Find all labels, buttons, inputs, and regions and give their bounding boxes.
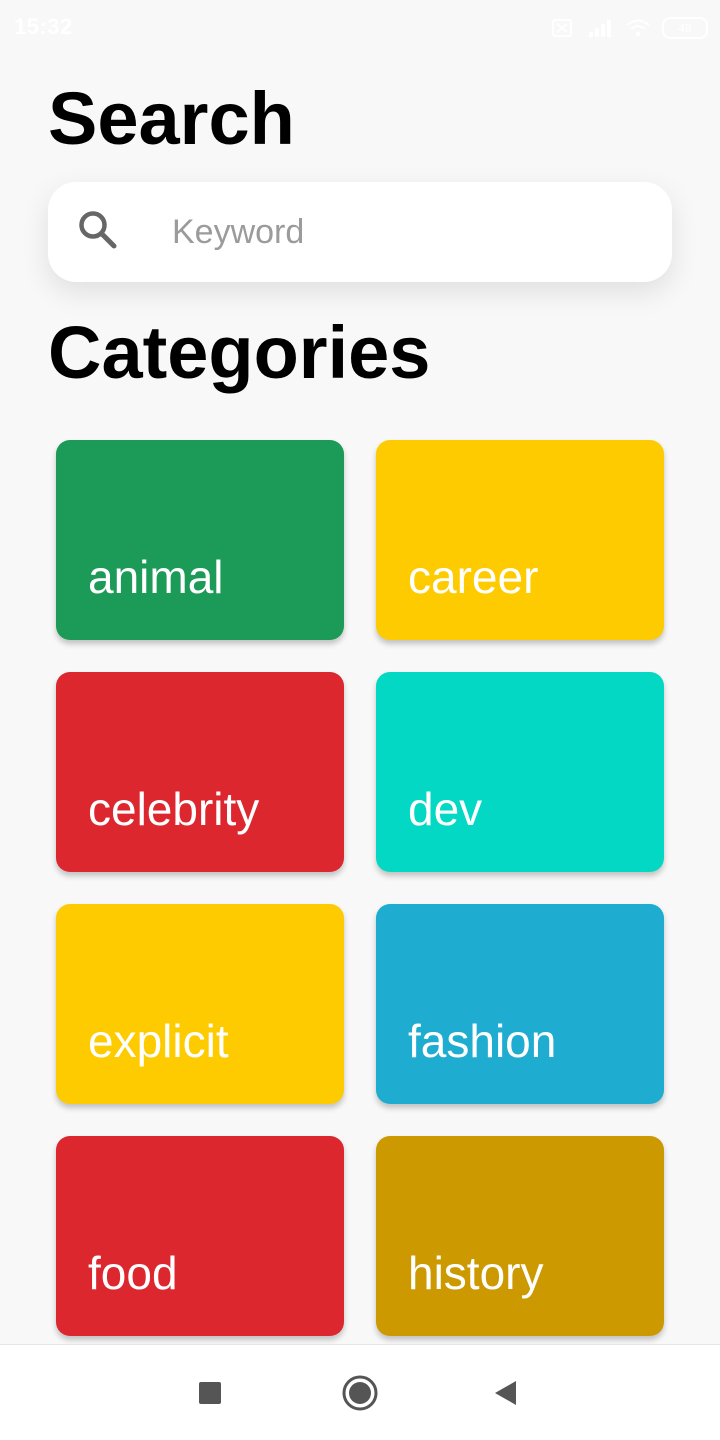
category-tile-career[interactable]: career [376,440,664,640]
category-label: history [408,1247,544,1299]
recents-button[interactable] [188,1371,232,1415]
sim-icon [548,17,576,39]
status-bar: 15:32 48 [0,0,720,56]
category-tile-animal[interactable]: animal [56,440,344,640]
category-label: dev [408,783,483,835]
category-tile-food[interactable]: food [56,1136,344,1336]
wifi-icon [624,17,652,39]
back-button[interactable] [484,1371,528,1415]
category-label: food [88,1247,178,1299]
category-label: explicit [88,1015,229,1067]
status-time: 15:32 [14,14,73,39]
category-label: animal [88,551,224,603]
back-icon [495,1381,516,1405]
battery-icon: 48 [662,17,708,39]
signal-icon [586,17,614,39]
home-button[interactable] [338,1371,382,1415]
category-label: career [408,551,539,603]
status-icons: 48 [548,14,708,42]
categories-title: Categories [48,311,431,394]
navigation-bar [0,1344,720,1440]
category-tile-dev[interactable]: dev [376,672,664,872]
category-tile-celebrity[interactable]: celebrity [56,672,344,872]
category-label: fashion [408,1015,557,1067]
category-label: celebrity [88,783,260,835]
category-tile-fashion[interactable]: fashion [376,904,664,1104]
page-title: Search [48,77,295,160]
recents-icon [199,1382,221,1404]
category-tile-explicit[interactable]: explicit [56,904,344,1104]
search-input[interactable] [172,206,642,258]
search-icon [76,208,120,252]
category-tile-history[interactable]: history [376,1136,664,1336]
home-icon [342,1375,378,1411]
